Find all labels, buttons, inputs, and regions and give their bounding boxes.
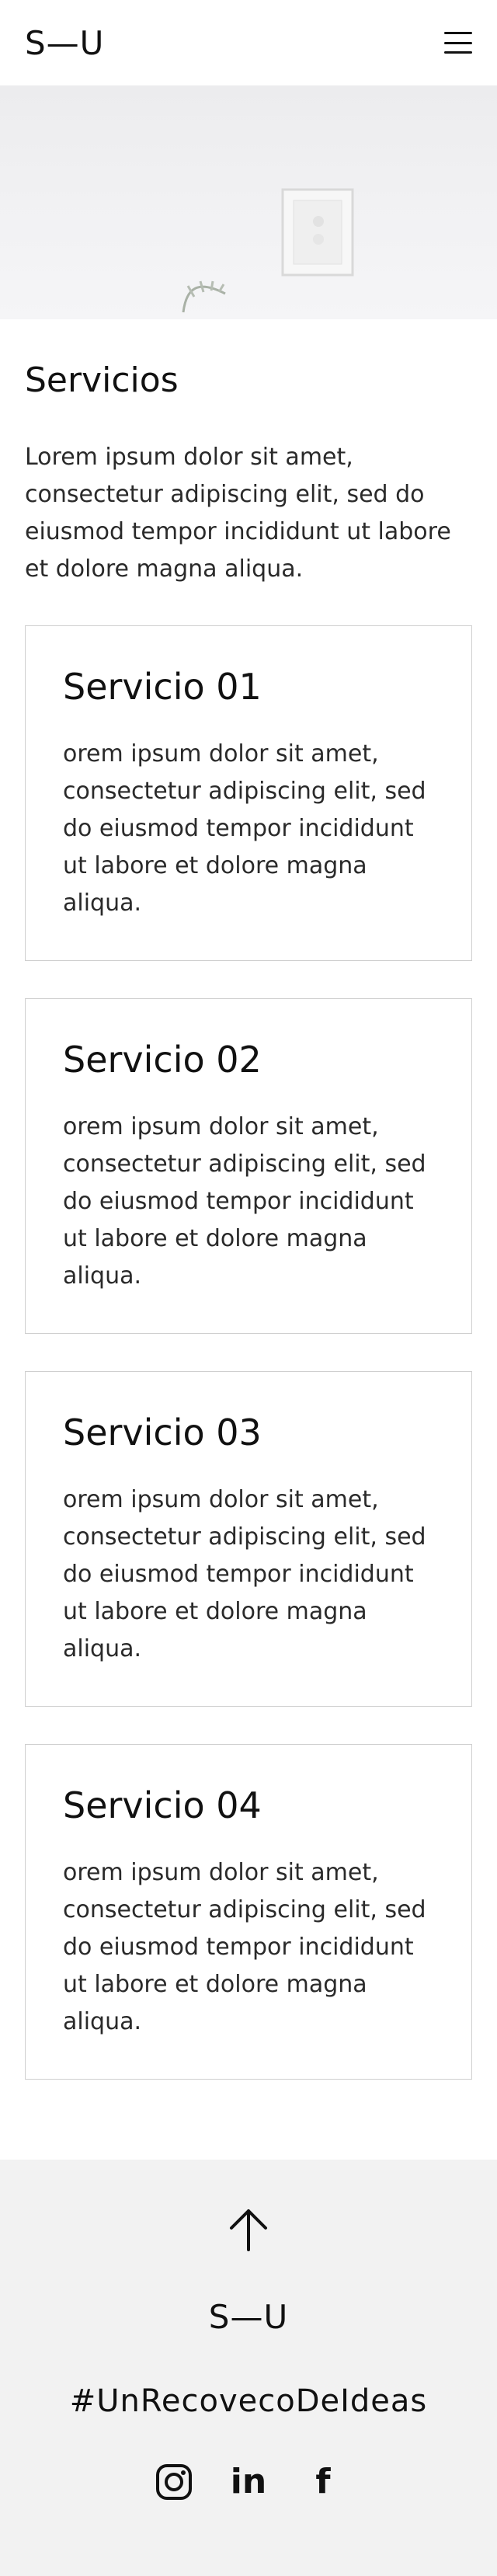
service-description: orem ipsum dolor sit amet, consectetur a… — [63, 740, 426, 917]
service-title: Servicio 02 — [63, 1038, 262, 1081]
site-logo[interactable]: S—U — [25, 24, 104, 62]
service-card: Servicio 01 orem ipsum dolor sit amet, c… — [25, 625, 472, 961]
service-title: Servicio 01 — [63, 665, 262, 708]
desk-chair-workspace-photo — [182, 188, 354, 313]
services-section: Servicios Lorem ipsum dolor sit amet, co… — [0, 360, 497, 2080]
facebook-icon[interactable]: f — [304, 2463, 342, 2501]
hero-image — [0, 85, 497, 319]
services-intro: Lorem ipsum dolor sit amet, consectetur … — [25, 443, 451, 583]
service-description: orem ipsum dolor sit amet, consectetur a… — [63, 1859, 426, 2036]
service-description: orem ipsum dolor sit amet, consectetur a… — [63, 1113, 426, 1290]
hamburger-menu-icon[interactable] — [444, 32, 472, 54]
service-card: Servicio 04 orem ipsum dolor sit amet, c… — [25, 1743, 472, 2080]
arrow-up-icon[interactable] — [225, 2206, 272, 2253]
service-card: Servicio 03 orem ipsum dolor sit amet, c… — [25, 1370, 472, 1707]
service-description: orem ipsum dolor sit amet, consectetur a… — [63, 1486, 426, 1663]
instagram-icon[interactable] — [155, 2463, 193, 2501]
services-list: Servicio 01 orem ipsum dolor sit amet, c… — [25, 625, 472, 2080]
site-header: S—U — [0, 0, 497, 85]
service-card: Servicio 02 orem ipsum dolor sit amet, c… — [25, 997, 472, 1334]
footer-hashtag: #UnRecovecoDeIdeas — [69, 2383, 428, 2419]
social-links: in f — [0, 2463, 497, 2501]
linkedin-icon[interactable]: in — [229, 2463, 268, 2501]
service-title: Servicio 03 — [63, 1411, 262, 1453]
site-footer: S—U #UnRecovecoDeIdeas in f — [0, 2160, 497, 2576]
footer-logo[interactable]: S—U — [0, 2298, 497, 2336]
service-title: Servicio 04 — [63, 1784, 262, 1826]
page-title: Servicios — [25, 360, 179, 400]
